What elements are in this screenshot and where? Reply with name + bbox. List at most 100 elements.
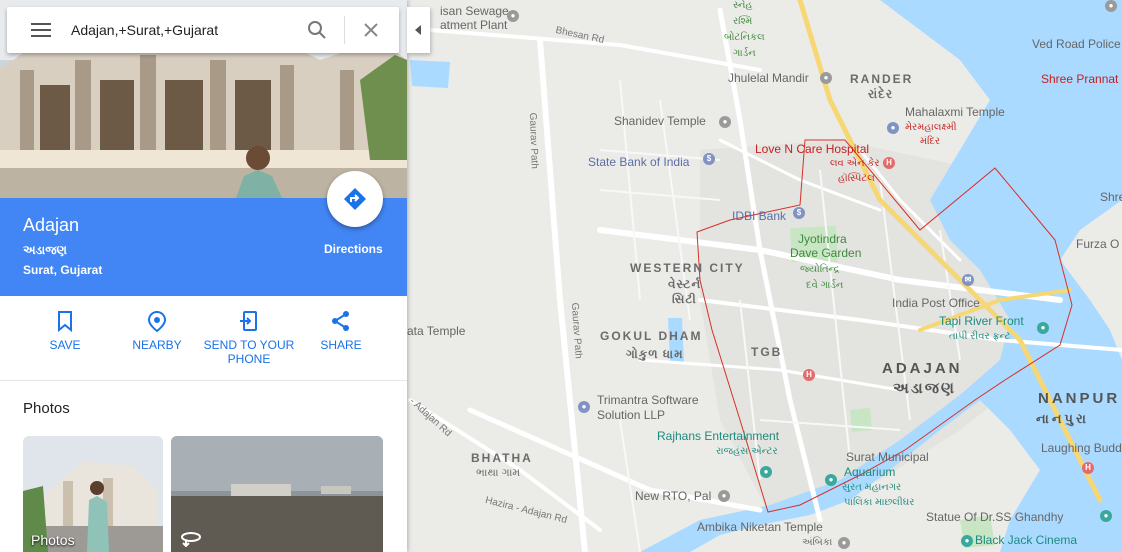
poi-shanidev: Shanidev Temple	[614, 114, 706, 128]
area-label-gokul-dham-gu: ગોકુળ ધામ	[626, 347, 684, 361]
location-pin-icon	[147, 310, 167, 332]
poi-shree-pranat: Shree Prannat	[1041, 72, 1119, 86]
poi-love-n-care-gu2: હૉસ્પિટલ	[838, 173, 875, 184]
poi-sewage-1: isan Sewage	[440, 4, 509, 18]
poi-furza: Furza O	[1076, 237, 1120, 251]
location-pin-icon[interactable]: ●	[578, 401, 590, 413]
share-label: SHARE	[320, 338, 362, 352]
send-to-phone-icon	[240, 311, 257, 331]
poi-botanical-gu4: ગાર્ડન	[733, 48, 756, 59]
temple-icon[interactable]: ●	[838, 537, 850, 549]
poi-tapi-gu: તાપી રીવર ફ્રન્ટ	[949, 331, 1011, 342]
poi-rajhans-gu: રાજહંસ એન્ટર	[716, 446, 778, 457]
poi-black-jack: Black Jack Cinema	[975, 533, 1078, 547]
share-button[interactable]: SHARE	[295, 296, 387, 352]
poi-trimantra-1: Trimantra Software	[597, 393, 699, 407]
poi-ata-temple: ata Temple	[407, 324, 466, 338]
photos-section-title: Photos	[23, 400, 70, 417]
place-panel: Adajan,+Surat,+Gujarat Adajan અડાજણ Sura…	[0, 0, 407, 552]
send-to-phone-button[interactable]: SEND TO YOUR PHONE	[203, 296, 295, 366]
monument-icon[interactable]: ●	[1100, 510, 1112, 522]
search-box[interactable]: Adajan,+Surat,+Gujarat	[7, 7, 399, 53]
poi-india-post: India Post Office	[892, 296, 980, 310]
360-view-icon	[181, 532, 201, 547]
poi-love-n-care-gu1: લવ એન કેર	[830, 158, 880, 169]
photo-thumbnail-360[interactable]	[171, 436, 383, 552]
photos-caption: Photos	[31, 532, 75, 548]
poi-mahalaxmi-gu1: મેરમહાલક્ષ્મી	[905, 122, 957, 133]
poi-jyotindra-gu1: જ્યોતિન્દ્ર	[800, 264, 840, 275]
post-office-icon[interactable]: ✉	[962, 274, 974, 286]
save-button[interactable]: SAVE	[19, 296, 111, 352]
photo-image	[171, 436, 383, 552]
poi-botanical-gu2: રશ્મિ	[733, 16, 753, 27]
collapse-panel-button[interactable]	[407, 7, 430, 53]
poi-new-rto: New RTO, Pal	[635, 489, 712, 503]
poi-mahalaxmi-gu2: મંદિર	[920, 136, 941, 147]
poi-rajhans: Rajhans Entertainment	[657, 429, 780, 443]
poi-shre: Shre	[1100, 190, 1122, 204]
menu-icon[interactable]	[31, 23, 51, 37]
action-bar: SAVE NEARBY SEND TO YOUR PHONE SHARE	[0, 296, 407, 381]
poi-botanical-gu3: બોટનિકલ	[724, 32, 765, 43]
chevron-left-icon	[415, 25, 421, 35]
hospital-icon[interactable]: H	[1082, 462, 1094, 474]
sewage-plant-icon[interactable]: ●	[507, 10, 519, 22]
poi-aquarium-1: Surat Municipal	[846, 450, 929, 464]
area-label-western-city: WESTERN CITY	[630, 261, 745, 275]
poi-aquarium-gu2: પાલિકા માછલીઘર	[844, 497, 915, 508]
poi-aquarium-gu1: સુરત મહાનગર	[842, 482, 902, 493]
poi-ved-road: Ved Road Police	[1032, 37, 1121, 51]
send-to-phone-label: SEND TO YOUR PHONE	[203, 338, 295, 366]
search-icon[interactable]	[307, 20, 327, 40]
save-label: SAVE	[49, 338, 81, 352]
poi-laughing-buddha: Laughing Buddha S	[1041, 441, 1122, 455]
poi-jhulelal: Jhulelal Mandir	[728, 71, 809, 85]
directions-button[interactable]	[327, 171, 383, 227]
area-label-adajan: ADAJAN	[882, 360, 963, 377]
hospital-icon[interactable]: H	[803, 369, 815, 381]
place-icon[interactable]: ●	[1105, 0, 1117, 12]
photo-thumbnail[interactable]: Photos	[23, 436, 163, 552]
area-label-western-city-gu2: સિટી	[672, 292, 697, 306]
poi-botanical-gu1: સ્નેહ	[733, 0, 753, 11]
entertainment-icon[interactable]: ●	[760, 466, 772, 478]
directions-label[interactable]: Directions	[324, 242, 383, 256]
temple-icon[interactable]: ●	[719, 116, 731, 128]
poi-aquarium-2: Aquarium	[844, 465, 896, 479]
cinema-icon[interactable]: ●	[961, 535, 973, 547]
poi-sbi: State Bank of India	[588, 155, 690, 169]
poi-ambika: Ambika Niketan Temple	[697, 520, 823, 534]
poi-mahalaxmi: Mahalaxmi Temple	[905, 105, 1005, 119]
search-divider	[344, 16, 345, 44]
park-icon[interactable]: ●	[1037, 322, 1049, 334]
government-icon[interactable]: ●	[718, 490, 730, 502]
bookmark-icon	[58, 311, 72, 332]
nearby-label: NEARBY	[132, 338, 182, 352]
place-address: Surat, Gujarat	[23, 263, 103, 277]
close-icon[interactable]	[361, 20, 381, 40]
poi-love-n-care: Love N Care Hospital	[755, 142, 870, 156]
temple-icon[interactable]: ●	[887, 122, 899, 134]
place-title: Adajan	[23, 215, 80, 235]
area-label-rander-gu: રાંદેર	[868, 87, 894, 101]
road-label-gaurav-path-1: Gaurav Path	[526, 112, 540, 169]
area-label-adajan-gu: અડાજણ	[893, 380, 957, 397]
area-label-bhatha: BHATHA	[471, 451, 533, 465]
area-label-gokul-dham: GOKUL DHAM	[600, 329, 703, 343]
poi-ambika-gu: અંબિકા	[802, 537, 833, 548]
poi-idbi: IDBI Bank	[732, 209, 787, 223]
poi-ss-ghandhy: Statue Of Dr.SS Ghandhy	[926, 510, 1064, 524]
aquarium-icon[interactable]: ●	[825, 474, 837, 486]
search-input[interactable]: Adajan,+Surat,+Gujarat	[71, 22, 218, 38]
bank-icon[interactable]: $	[793, 207, 805, 219]
directions-icon	[344, 188, 366, 210]
hospital-icon[interactable]: H	[883, 157, 895, 169]
temple-icon[interactable]: ●	[820, 72, 832, 84]
bank-icon[interactable]: $	[703, 153, 715, 165]
poi-tapi-1: Tapi River Front	[939, 314, 1024, 328]
nearby-button[interactable]: NEARBY	[111, 296, 203, 352]
place-title-gujarati: અડાજણ	[23, 243, 68, 257]
area-label-nanpur-gu: નાનપુરા	[1036, 411, 1089, 426]
poi-sewage-2: atment Plant	[440, 18, 508, 32]
